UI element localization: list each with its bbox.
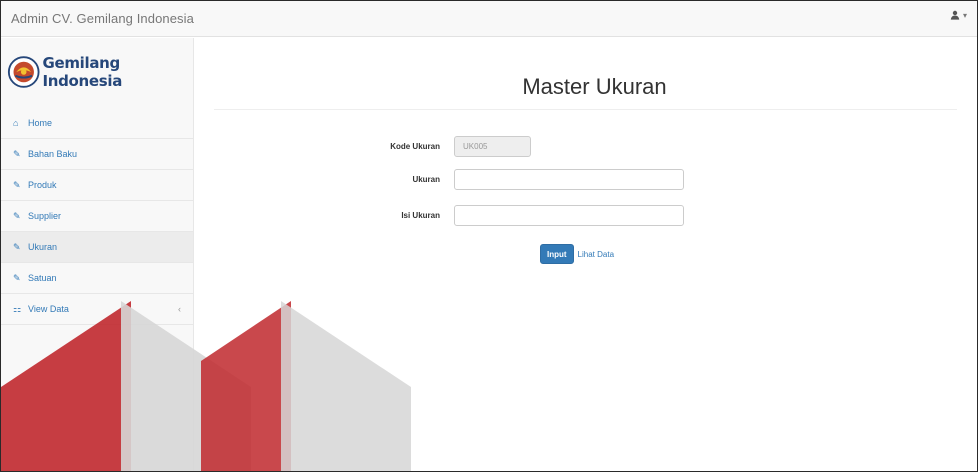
user-dropdown[interactable]: ▾ xyxy=(950,10,967,20)
sidebar-item-ukuran[interactable]: ✎ Ukuran xyxy=(1,232,193,263)
app-window: Admin CV. Gemilang Indonesia ▾ Gemilang … xyxy=(0,0,978,472)
chevron-down-icon: ▾ xyxy=(962,10,967,20)
kode-ukuran-field[interactable] xyxy=(454,136,531,157)
form-actions: Input Lihat Data xyxy=(540,244,614,264)
sidebar-item-satuan[interactable]: ✎ Satuan xyxy=(1,263,193,294)
sidebar-item-supplier[interactable]: ✎ Supplier xyxy=(1,201,193,232)
form-row-kode: Kode Ukuran xyxy=(194,136,531,157)
edit-icon: ✎ xyxy=(13,272,21,283)
top-navbar: Admin CV. Gemilang Indonesia ▾ xyxy=(1,1,977,37)
form-row-isi: Isi Ukuran xyxy=(194,205,684,226)
sidebar: Gemilang Indonesia ⌂ Home ✎ Bahan Baku ✎… xyxy=(1,38,194,471)
home-icon: ⌂ xyxy=(13,118,19,128)
sidebar-item-view-data[interactable]: ⚏ View Data ‹ xyxy=(1,294,193,325)
edit-icon: ✎ xyxy=(13,210,21,221)
navbar-brand[interactable]: Admin CV. Gemilang Indonesia xyxy=(11,11,194,26)
input-button[interactable]: Input xyxy=(540,244,574,264)
edit-icon: ✎ xyxy=(13,148,21,159)
ukuran-label: Ukuran xyxy=(412,175,440,184)
sidebar-item-label: Home xyxy=(28,118,53,128)
edit-icon: ✎ xyxy=(13,241,21,252)
lihat-data-link[interactable]: Lihat Data xyxy=(578,250,614,259)
user-icon xyxy=(950,10,960,20)
edit-icon: ✎ xyxy=(13,179,21,190)
kode-ukuran-label: Kode Ukuran xyxy=(390,142,440,151)
sidebar-item-bahan-baku[interactable]: ✎ Bahan Baku xyxy=(1,139,193,170)
logo: Gemilang Indonesia xyxy=(7,54,193,90)
sitemap-icon: ⚏ xyxy=(13,303,22,314)
isi-ukuran-label: Isi Ukuran xyxy=(401,211,440,220)
title-divider xyxy=(214,109,957,110)
logo-text: Gemilang Indonesia xyxy=(42,54,123,90)
chevron-left-icon: ‹ xyxy=(178,304,181,314)
sidebar-item-home[interactable]: ⌂ Home xyxy=(1,108,193,139)
sidebar-item-label: Produk xyxy=(28,180,57,190)
sidebar-item-label: Ukuran xyxy=(28,242,58,252)
sidebar-item-label: Supplier xyxy=(28,211,62,221)
ukuran-field[interactable] xyxy=(454,169,684,190)
form-row-ukuran: Ukuran xyxy=(194,169,684,190)
sidebar-item-produk[interactable]: ✎ Produk xyxy=(1,170,193,201)
page-title: Master Ukuran xyxy=(522,74,667,99)
sidebar-item-label: View Data xyxy=(28,304,69,314)
main-content: Master Ukuran Kode Ukuran Ukuran Isi Uku… xyxy=(194,38,977,471)
isi-ukuran-field[interactable] xyxy=(454,205,684,226)
logo-emblem xyxy=(7,56,40,88)
sidebar-item-label: Satuan xyxy=(28,273,57,283)
sidebar-item-label: Bahan Baku xyxy=(28,149,78,159)
sidebar-nav: ⌂ Home ✎ Bahan Baku ✎ Produk ✎ Supplier … xyxy=(1,108,193,325)
